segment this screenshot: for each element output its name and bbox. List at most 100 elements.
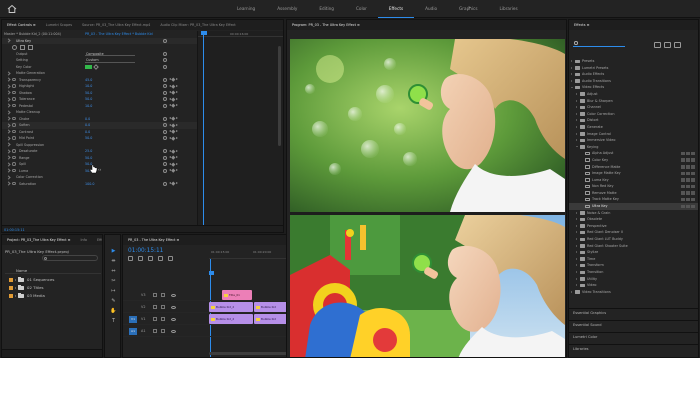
effects-tree-item[interactable]: Alpha Adjust [569,150,698,157]
next-keyframe-icon[interactable] [176,182,178,185]
expand-chevron-icon[interactable] [576,257,577,260]
track-lock-icon[interactable] [153,293,157,297]
effects-tree-item[interactable]: Blur & Sharpen [569,98,698,105]
expand-chevron-icon[interactable] [571,79,572,82]
expand-chevron-icon[interactable] [576,112,577,115]
effects-tree-item[interactable]: Color Correction [569,111,698,118]
reset-icon[interactable] [163,58,167,63]
expand-chevron-icon[interactable] [6,84,11,89]
stopwatch-icon[interactable] [12,90,16,95]
effects-tree-item[interactable]: Red Giant Shooter Suite [569,243,698,250]
reset-icon[interactable] [163,129,167,134]
workspace-overflow-icon[interactable]: » [468,5,471,11]
reset-icon[interactable] [163,84,167,89]
add-keyframe-icon[interactable] [171,103,176,108]
effect-controls-ruler[interactable]: 00:00:16:00 [198,31,283,37]
timeline-clip[interactable]: Bubble Kid_2 [209,302,253,312]
next-keyframe-icon[interactable] [176,84,178,87]
tab-effects[interactable]: Effects ≡ [569,20,594,30]
effects-tree-item[interactable]: Time [569,256,698,263]
source-patch-toggle[interactable]: V1 [129,316,137,323]
add-keyframe-icon[interactable] [171,155,176,160]
stopwatch-icon[interactable] [12,103,16,108]
stopwatch-icon[interactable] [12,149,16,153]
expand-chevron-icon[interactable] [6,155,11,160]
effects-tree-item[interactable]: Track Matte Key [569,196,698,203]
yuv-filter-icon[interactable] [674,42,681,48]
expand-chevron-icon[interactable] [15,295,16,297]
effects-tree-item[interactable]: Image Matte Key [569,170,698,177]
current-timecode[interactable]: 01:00:15:11 [4,228,25,232]
tab-sequence[interactable]: PR_03 - The Ultra Key Effect ≡ [123,235,184,245]
reset-icon[interactable] [163,97,167,102]
add-keyframe-icon[interactable] [171,123,176,127]
next-keyframe-icon[interactable] [176,97,178,100]
razor-tool-icon[interactable]: ✂ [110,277,117,284]
project-bin-row[interactable]: 02 Titles [5,284,101,292]
nest-toggle-icon[interactable] [128,256,133,261]
stopwatch-icon[interactable] [12,116,16,121]
tab-info[interactable]: Info [76,235,92,245]
expand-chevron-icon[interactable] [6,123,11,128]
timeline-clip[interactable]: Bubble Kid [254,302,288,312]
effects-tree-item[interactable]: Color Key [569,157,698,164]
expand-chevron-icon[interactable] [576,231,577,234]
effects-tree-item[interactable]: Keying [569,144,698,151]
workspace-tab-color[interactable]: Color [345,0,378,18]
expand-chevron-icon[interactable] [6,77,11,82]
expand-chevron-icon[interactable] [571,66,572,69]
stopwatch-icon[interactable] [12,129,16,134]
effects-tree-item[interactable]: Audio Transitions [569,78,698,85]
add-keyframe-icon[interactable] [171,149,176,153]
ripple-edit-tool-icon[interactable]: ⇔ [110,267,117,274]
toggle-output-eye-icon[interactable] [171,329,176,333]
next-keyframe-icon[interactable] [176,169,178,172]
expand-chevron-icon[interactable] [6,97,11,102]
expand-chevron-icon[interactable] [571,60,572,62]
expand-chevron-icon[interactable] [571,73,572,76]
panel-section-title[interactable]: Essential Sound [573,323,602,327]
expand-chevron-icon[interactable] [6,175,11,180]
source-patch-toggle[interactable] [129,292,137,299]
reset-icon[interactable] [163,149,167,154]
effects-tree-item[interactable]: Transform [569,262,698,269]
add-keyframe-icon[interactable] [171,77,176,82]
collapse-chevron-icon[interactable] [6,38,11,43]
expand-chevron-icon[interactable] [576,284,577,287]
expand-chevron-icon[interactable] [6,71,11,76]
workspace-tab-audio[interactable]: Audio [414,0,448,18]
effects-tree-item[interactable]: Audio Effects [569,71,698,78]
reset-icon[interactable] [163,123,167,128]
timeline-settings-icon[interactable] [168,256,173,261]
stopwatch-icon[interactable] [12,123,16,127]
effects-tree-item[interactable]: Difference Matte [569,164,698,171]
workspace-tab-libraries[interactable]: Libraries [489,0,529,18]
stopwatch-icon[interactable] [12,77,16,82]
reset-icon[interactable] [163,103,167,108]
reset-icon[interactable] [163,136,167,141]
tab-project[interactable]: Project: PR_03_The Ultra Key Effect ≡ [2,235,76,245]
effects-tree-item[interactable]: Red Giant Denoiser II [569,229,698,236]
effects-tree-item[interactable]: Channel [569,104,698,111]
expand-chevron-icon[interactable] [576,251,577,254]
pen-tool-icon[interactable]: ✎ [110,297,117,304]
reset-icon[interactable] [163,90,167,95]
expand-chevron-icon[interactable] [576,264,577,267]
expand-chevron-icon[interactable] [576,238,577,241]
effects-tree-item[interactable]: Distort [569,117,698,124]
tab-audio-clip-mixer[interactable]: Audio Clip Mixer: PR_03_The Ultra Key Ef… [155,20,240,30]
project-column-header[interactable]: Name [5,267,101,274]
next-keyframe-icon[interactable] [176,136,178,139]
next-keyframe-icon[interactable] [176,156,178,159]
add-marker-icon[interactable] [158,256,163,261]
expand-chevron-icon[interactable] [576,271,577,273]
timeline-clip[interactable]: Bubble Kid_2 [209,314,253,324]
effects-tree-item[interactable]: Immersive Video [569,137,698,144]
pen-mask-icon[interactable] [28,44,33,50]
effects-tree-item[interactable]: Obsolete [569,216,698,223]
expand-chevron-icon[interactable] [576,106,577,109]
sync-lock-icon[interactable] [161,317,165,321]
next-keyframe-icon[interactable] [176,104,178,107]
hand-tool-icon[interactable]: ✋ [110,307,117,314]
program-frame-original[interactable] [290,39,565,212]
